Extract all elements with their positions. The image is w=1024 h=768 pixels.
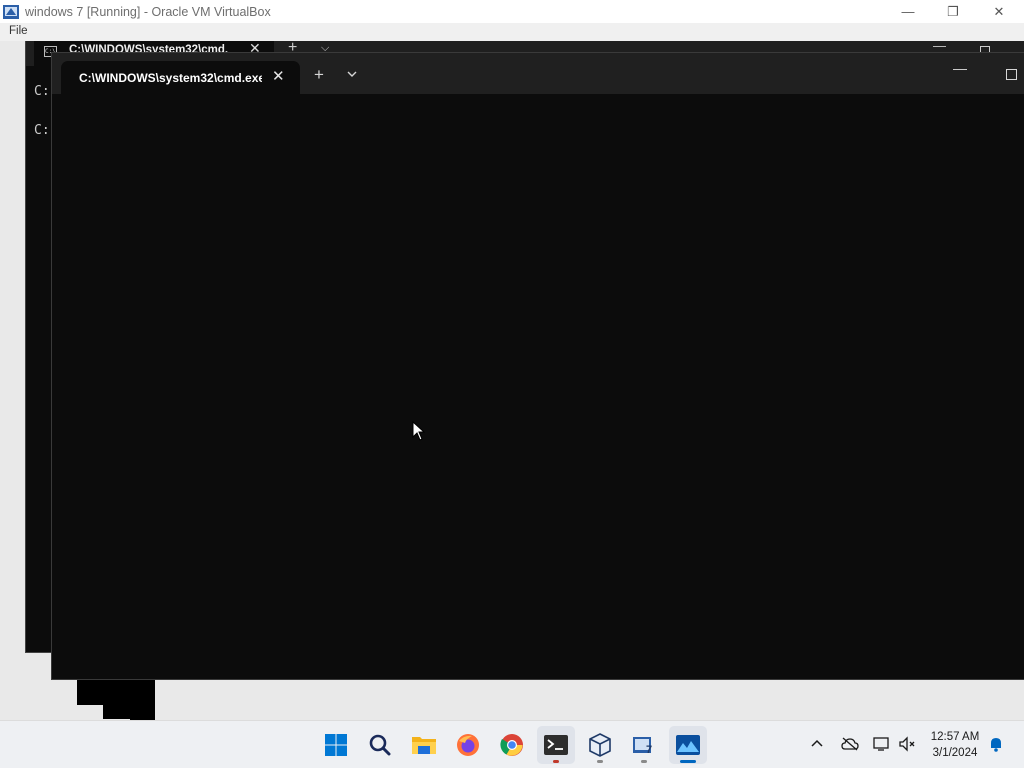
render-artifact (103, 680, 130, 719)
restore-button[interactable]: ❐ (930, 0, 976, 23)
notifications-button[interactable] (987, 735, 1005, 753)
mouse-cursor-icon (412, 421, 426, 441)
svg-text:7: 7 (646, 744, 652, 756)
folder-icon (412, 737, 436, 754)
network-tray-icon[interactable] (873, 735, 891, 753)
search-button[interactable] (361, 726, 399, 764)
vm-windows7-button[interactable]: 7 (625, 726, 663, 764)
tab-close-button[interactable]: ✕ (272, 67, 285, 85)
console-line: C: (34, 123, 50, 138)
vbox-titlebar: windows 7 [Running] - Oracle VM VirtualB… (0, 0, 1024, 23)
render-artifact (77, 680, 103, 705)
onedrive-tray-icon[interactable] (841, 735, 859, 753)
vm-icon: 7 (633, 737, 652, 756)
minimize-button[interactable]: — (953, 60, 967, 76)
clock-time: 12:57 AM (930, 731, 980, 743)
minimize-button[interactable]: — (885, 0, 931, 23)
clock[interactable]: 12:57 AM 3/1/2024 (920, 729, 990, 761)
terminal-icon (544, 735, 568, 755)
running-indicator (553, 760, 559, 763)
chrome-icon (500, 734, 523, 756)
tab-title: C:\WINDOWS\system32\cmd.exe (79, 71, 262, 85)
firefox-button[interactable] (449, 726, 487, 764)
clock-date: 3/1/2024 (932, 747, 978, 759)
chevron-down-icon[interactable] (346, 68, 358, 80)
virtualbox-logo-icon (3, 4, 19, 19)
volume-muted-icon (899, 736, 915, 752)
cloud-offline-icon (841, 737, 859, 751)
maximize-button[interactable] (1006, 69, 1017, 80)
volume-tray-icon[interactable] (898, 735, 916, 753)
guest-display[interactable]: C:\ C:\WINDOWS\system32\cmd. ✕ + ⌵ — C: … (0, 41, 1024, 720)
tab-cmd[interactable]: C:\WINDOWS\system32\cmd.exe ✕ (61, 61, 300, 94)
tab-bar: C:\WINDOWS\system32\cmd.exe ✕ + — (52, 53, 1024, 94)
render-artifact (130, 680, 155, 720)
show-hidden-icons-button[interactable] (808, 735, 826, 753)
close-button[interactable]: ✕ (976, 0, 1022, 23)
chevron-up-icon (811, 739, 823, 747)
virtualbox-icon (589, 733, 611, 757)
terminal-content[interactable] (52, 94, 1024, 681)
search-icon (369, 734, 391, 756)
running-indicator (597, 760, 603, 763)
bell-icon (991, 738, 1001, 752)
photos-button[interactable] (669, 726, 707, 764)
window-title: windows 7 [Running] - Oracle VM VirtualB… (25, 4, 271, 19)
menu-file[interactable]: File (9, 25, 28, 37)
network-icon (873, 737, 889, 751)
chrome-button[interactable] (493, 726, 531, 764)
running-indicator (641, 760, 647, 763)
file-explorer-button[interactable] (405, 726, 443, 764)
windows-logo-icon (325, 734, 347, 756)
vbox-menubar: File (0, 23, 1024, 41)
firefox-icon (457, 734, 479, 756)
terminal-button[interactable] (537, 726, 575, 764)
active-indicator (680, 760, 696, 763)
new-tab-button[interactable]: + (314, 66, 324, 83)
terminal-window-front[interactable]: C:\WINDOWS\system32\cmd.exe ✕ + — (51, 52, 1024, 680)
virtualbox-button[interactable] (581, 726, 619, 764)
taskbar: 7 12:57 AM 3/1/2024 (0, 720, 1024, 768)
start-button[interactable] (317, 726, 355, 764)
photos-icon (676, 735, 700, 755)
console-line: C: (34, 84, 50, 99)
